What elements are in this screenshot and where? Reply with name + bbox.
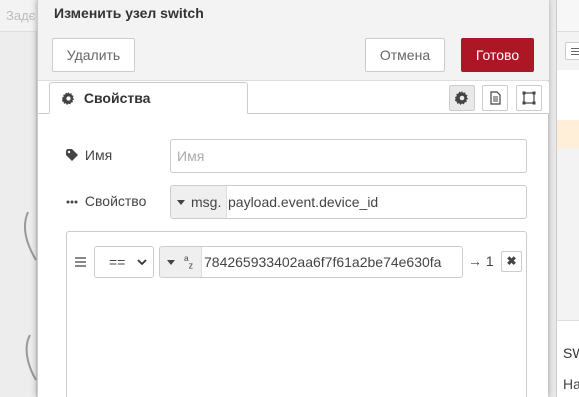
workspace-tab-label: Задє — [6, 8, 36, 23]
sidebar-highlighted-item[interactable] — [557, 120, 579, 148]
name-label: Имя — [66, 147, 112, 163]
rule-operator-select[interactable]: == — [94, 246, 154, 278]
tab-settings-gear[interactable] — [449, 85, 475, 111]
rules-list[interactable]: == az 784265933402aa6f7f61a2be74e630fa →… — [66, 231, 527, 397]
gear-icon — [62, 92, 75, 105]
tab-description[interactable] — [482, 85, 508, 111]
frame-icon — [522, 91, 536, 105]
sidebar-list — [557, 70, 579, 120]
rule-operator-value: == — [109, 254, 126, 270]
sidebar-header — [557, 0, 579, 32]
property-input[interactable]: msg. payload.event.device_id — [170, 185, 527, 219]
name-input[interactable] — [170, 139, 527, 173]
rule-row: == az 784265933402aa6f7f61a2be74e630fa →… — [67, 245, 526, 279]
property-type-label: msg. — [191, 194, 222, 210]
tray-title: Изменить узел switch — [54, 5, 204, 21]
rule-value-input[interactable]: az 784265933402aa6f7f61a2be74e630fa — [159, 246, 463, 278]
sidebar-info-title: SW — [563, 345, 579, 361]
sidebar: SW На — [556, 0, 579, 397]
rule-value-type-select[interactable]: az — [160, 247, 202, 277]
name-label-text: Имя — [84, 147, 113, 163]
workspace-tab[interactable]: Задє — [0, 0, 37, 32]
edit-tray: Изменить узел switch Удалить Отмена Гото… — [37, 0, 549, 397]
gear-icon — [455, 91, 469, 105]
done-button[interactable]: Готово — [461, 38, 534, 72]
document-icon — [490, 91, 501, 105]
tab-properties-label: Свойства — [83, 90, 151, 106]
delete-button[interactable]: Удалить — [52, 38, 135, 72]
workspace: Задє — [0, 0, 37, 397]
ellipsis-icon — [66, 200, 78, 204]
property-value[interactable]: payload.event.device_id — [228, 194, 378, 210]
cancel-button[interactable]: Отмена — [365, 38, 445, 72]
tray-header: Изменить узел switch Удалить Отмена Гото… — [38, 0, 549, 81]
property-type-select[interactable]: msg. — [171, 186, 227, 218]
rule-output-label: → 1 — [468, 253, 494, 269]
caret-down-icon — [167, 260, 175, 265]
tab-appearance[interactable] — [516, 85, 542, 111]
property-label-text: Свойство — [84, 193, 147, 209]
rule-value-text[interactable]: 784265933402aa6f7f61a2be74e630fa — [204, 254, 441, 270]
tag-icon — [66, 149, 78, 161]
remove-rule-button[interactable]: ✖ — [501, 251, 522, 272]
sidebar-info-text: На — [563, 376, 579, 392]
chevron-down-icon — [137, 259, 147, 266]
property-label: Свойство — [66, 193, 146, 209]
drag-handle-icon[interactable] — [75, 257, 86, 267]
sidebar-list-button[interactable] — [565, 42, 579, 60]
caret-down-icon — [177, 200, 185, 205]
tab-bar: Свойства — [38, 82, 549, 114]
flow-wire — [24, 211, 37, 381]
list-icon — [571, 48, 579, 49]
string-type-icon: az — [184, 253, 194, 271]
tab-properties[interactable]: Свойства — [49, 82, 248, 114]
